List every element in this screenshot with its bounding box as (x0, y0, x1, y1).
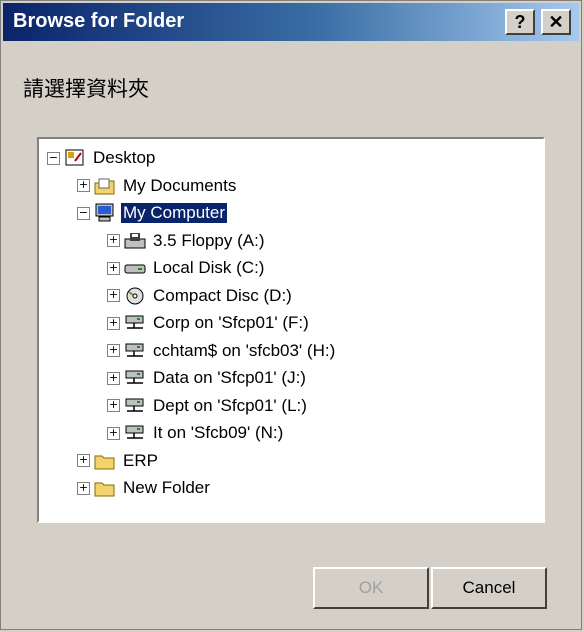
expand-icon[interactable]: + (107, 289, 120, 302)
my-documents-icon (94, 176, 116, 196)
tree-item[interactable]: + New Folder (77, 475, 212, 501)
window-title: Browse for Folder (13, 10, 185, 32)
tree-item-label[interactable]: New Folder (121, 478, 212, 498)
tree-item-label[interactable]: Compact Disc (D:) (151, 286, 294, 306)
expand-icon[interactable]: + (107, 316, 120, 330)
folder-icon (94, 478, 116, 498)
tree-item[interactable]: + Data on 'Sfcp01' (J:) (107, 365, 308, 391)
expand-icon[interactable]: + (107, 371, 120, 385)
title-bar[interactable]: Browse for Folder ? ✕ (3, 3, 579, 41)
tree-item[interactable]: + It on 'Sfcb09' (N:) (107, 420, 285, 446)
folder-icon (94, 451, 116, 471)
tree-item[interactable]: + ERP (77, 448, 160, 474)
browse-for-folder-dialog: Browse for Folder ? ✕ 請選擇資料夾 − Desktop + My… (0, 0, 582, 630)
expand-icon[interactable]: + (107, 399, 120, 412)
my-computer-icon (94, 203, 116, 223)
expand-icon[interactable]: + (107, 344, 120, 357)
expand-icon[interactable]: + (77, 454, 90, 467)
tree-item[interactable]: + Dept on 'Sfcp01' (L:) (107, 393, 309, 419)
network-drive-icon (124, 341, 146, 361)
tree-item[interactable]: + cchtam$ on 'sfcb03' (H:) (107, 338, 337, 364)
tree-item-label[interactable]: My Documents (121, 176, 238, 196)
cancel-button[interactable]: Cancel (431, 567, 547, 609)
tree-item[interactable]: − My Computer (77, 200, 228, 226)
tree-item[interactable]: + Compact Disc (D:) (107, 283, 294, 309)
tree-item-label[interactable]: Dept on 'Sfcp01' (L:) (151, 396, 309, 416)
tree-item-label[interactable]: Corp on 'Sfcp01' (F:) (151, 313, 311, 333)
desktop-icon (64, 148, 86, 168)
expand-icon[interactable]: + (107, 261, 120, 275)
network-drive-icon (124, 396, 146, 416)
collapse-icon[interactable]: − (47, 151, 60, 165)
tree-item-label[interactable]: cchtam$ on 'sfcb03' (H:) (151, 341, 337, 361)
help-button[interactable]: ? (505, 9, 535, 35)
floppy-drive-icon (124, 231, 146, 251)
expand-icon[interactable]: + (107, 426, 120, 440)
tree-item-label[interactable]: My Computer (121, 203, 228, 223)
folder-tree[interactable]: − Desktop + My Documents − My Computer +3.5 Fl… (37, 137, 545, 523)
tree-item[interactable]: +3.5 Floppy (A:) (107, 228, 267, 254)
tree-item-label[interactable]: Desktop (91, 148, 157, 168)
tree-item-label[interactable]: It on 'Sfcb09' (N:) (151, 423, 285, 443)
expand-icon[interactable]: + (107, 234, 120, 247)
expand-icon[interactable]: + (77, 481, 90, 495)
expand-icon[interactable]: + (77, 179, 90, 192)
network-drive-icon (124, 313, 146, 333)
close-button[interactable]: ✕ (541, 9, 571, 35)
tree-item[interactable]: − Desktop (47, 145, 157, 171)
prompt-text: 請選擇資料夾 (23, 77, 149, 101)
tree-item[interactable]: + My Documents (77, 173, 238, 199)
tree-item-label[interactable]: Data on 'Sfcp01' (J:) (151, 368, 308, 388)
tree-item-label[interactable]: ERP (121, 451, 160, 471)
ok-button[interactable]: OK (313, 567, 429, 609)
cd-drive-icon (124, 286, 146, 306)
tree-item[interactable]: + Corp on 'Sfcp01' (F:) (107, 310, 311, 336)
network-drive-icon (124, 423, 146, 443)
tree-item[interactable]: + Local Disk (C:) (107, 255, 266, 281)
tree-item-label[interactable]: 3.5 Floppy (A:) (151, 231, 267, 251)
hard-disk-icon (124, 258, 146, 278)
network-drive-icon (124, 368, 146, 388)
collapse-icon[interactable]: − (77, 206, 90, 220)
tree-item-label[interactable]: Local Disk (C:) (151, 258, 266, 278)
